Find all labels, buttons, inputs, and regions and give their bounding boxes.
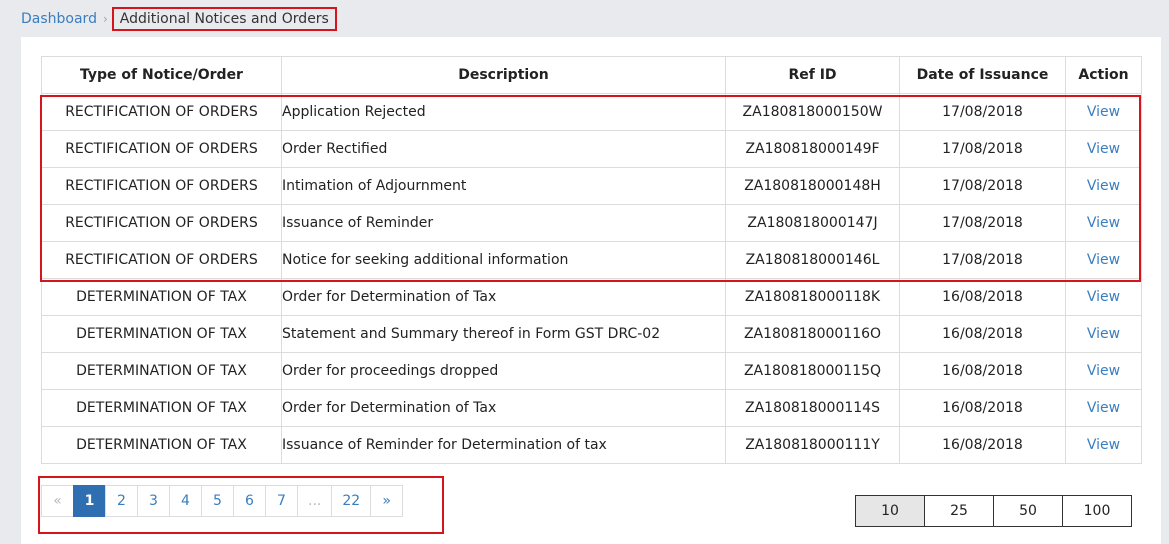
pagination-page-6[interactable]: 6 [233, 485, 266, 517]
cell-ref-id: ZA180818000114S [725, 389, 900, 427]
cell-action: View [1065, 204, 1142, 242]
cell-ref-id: ZA180818000149F [725, 130, 900, 168]
cell-description: Order for Determination of Tax [281, 278, 726, 316]
page-size-50[interactable]: 50 [993, 495, 1063, 527]
cell-date: 16/08/2018 [899, 278, 1066, 316]
view-link[interactable]: View [1087, 104, 1120, 120]
cell-action: View [1065, 426, 1142, 464]
cell-date: 16/08/2018 [899, 426, 1066, 464]
table-row: DETERMINATION OF TAX Order for Determina… [41, 389, 1142, 427]
cell-date: 17/08/2018 [899, 167, 1066, 205]
view-link[interactable]: View [1087, 141, 1120, 157]
column-header-date: Date of Issuance [899, 56, 1066, 94]
notices-table: Type of Notice/Order Description Ref ID … [41, 56, 1142, 464]
column-header-description: Description [281, 56, 726, 94]
view-link[interactable]: View [1087, 437, 1120, 453]
pagination-page-1[interactable]: 1 [73, 485, 106, 517]
cell-ref-id: ZA180818000150W [725, 93, 900, 131]
cell-ref-id: ZA180818000146L [725, 241, 900, 279]
page-size-100[interactable]: 100 [1062, 495, 1132, 527]
cell-date: 17/08/2018 [899, 130, 1066, 168]
cell-ref-id: ZA180818000118K [725, 278, 900, 316]
column-header-ref-id: Ref ID [725, 56, 900, 94]
pagination: « 1 2 3 4 5 6 7 ... 22 » [41, 485, 404, 517]
cell-type: RECTIFICATION OF ORDERS [41, 204, 282, 242]
pagination-page-2[interactable]: 2 [105, 485, 138, 517]
breadcrumb: Dashboard › Additional Notices and Order… [21, 7, 337, 31]
table-row: RECTIFICATION OF ORDERS Issuance of Remi… [41, 204, 1142, 242]
cell-ref-id: ZA180818000111Y [725, 426, 900, 464]
cell-type: DETERMINATION OF TAX [41, 426, 282, 464]
column-header-action: Action [1065, 56, 1142, 94]
cell-ref-id: ZA180818000116O [725, 315, 900, 353]
cell-action: View [1065, 167, 1142, 205]
cell-date: 17/08/2018 [899, 204, 1066, 242]
cell-type: DETERMINATION OF TAX [41, 389, 282, 427]
view-link[interactable]: View [1087, 215, 1120, 231]
table-row: DETERMINATION OF TAX Order for proceedin… [41, 352, 1142, 390]
pagination-ellipsis: ... [297, 485, 333, 517]
cell-description: Statement and Summary thereof in Form GS… [281, 315, 726, 353]
view-link[interactable]: View [1087, 289, 1120, 305]
cell-type: DETERMINATION OF TAX [41, 352, 282, 390]
cell-date: 16/08/2018 [899, 389, 1066, 427]
cell-ref-id: ZA180818000148H [725, 167, 900, 205]
cell-type: DETERMINATION OF TAX [41, 315, 282, 353]
cell-type: RECTIFICATION OF ORDERS [41, 167, 282, 205]
table-row: DETERMINATION OF TAX Order for Determina… [41, 278, 1142, 316]
cell-action: View [1065, 315, 1142, 353]
page-size-selector: 10 25 50 100 [855, 495, 1132, 527]
cell-description: Issuance of Reminder for Determination o… [281, 426, 726, 464]
table-row: RECTIFICATION OF ORDERS Order Rectified … [41, 130, 1142, 168]
table-row: RECTIFICATION OF ORDERS Notice for seeki… [41, 241, 1142, 279]
cell-type: RECTIFICATION OF ORDERS [41, 93, 282, 131]
pagination-prev-icon[interactable]: « [41, 485, 74, 517]
cell-action: View [1065, 130, 1142, 168]
cell-type: RECTIFICATION OF ORDERS [41, 130, 282, 168]
cell-action: View [1065, 352, 1142, 390]
cell-ref-id: ZA180818000147J [725, 204, 900, 242]
table-row: RECTIFICATION OF ORDERS Intimation of Ad… [41, 167, 1142, 205]
cell-action: View [1065, 389, 1142, 427]
pagination-page-5[interactable]: 5 [201, 485, 234, 517]
view-link[interactable]: View [1087, 178, 1120, 194]
pagination-page-4[interactable]: 4 [169, 485, 202, 517]
view-link[interactable]: View [1087, 363, 1120, 379]
breadcrumb-separator-icon: › [102, 12, 108, 26]
pagination-page-22[interactable]: 22 [331, 485, 372, 517]
cell-description: Order for proceedings dropped [281, 352, 726, 390]
pagination-next-icon[interactable]: » [370, 485, 404, 517]
notices-panel: Type of Notice/Order Description Ref ID … [21, 37, 1161, 544]
cell-action: View [1065, 241, 1142, 279]
breadcrumb-dashboard-link[interactable]: Dashboard [21, 11, 97, 27]
cell-date: 17/08/2018 [899, 241, 1066, 279]
cell-type: DETERMINATION OF TAX [41, 278, 282, 316]
cell-description: Intimation of Adjournment [281, 167, 726, 205]
page-size-10[interactable]: 10 [855, 495, 925, 527]
cell-type: RECTIFICATION OF ORDERS [41, 241, 282, 279]
cell-description: Application Rejected [281, 93, 726, 131]
cell-description: Notice for seeking additional informatio… [281, 241, 726, 279]
cell-date: 16/08/2018 [899, 352, 1066, 390]
view-link[interactable]: View [1087, 252, 1120, 268]
cell-action: View [1065, 93, 1142, 131]
cell-description: Order for Determination of Tax [281, 389, 726, 427]
view-link[interactable]: View [1087, 400, 1120, 416]
table-row: DETERMINATION OF TAX Statement and Summa… [41, 315, 1142, 353]
cell-description: Issuance of Reminder [281, 204, 726, 242]
column-header-type: Type of Notice/Order [41, 56, 282, 94]
view-link[interactable]: View [1087, 326, 1120, 342]
table-header-row: Type of Notice/Order Description Ref ID … [41, 56, 1142, 94]
pagination-page-3[interactable]: 3 [137, 485, 170, 517]
cell-ref-id: ZA180818000115Q [725, 352, 900, 390]
pagination-page-7[interactable]: 7 [265, 485, 298, 517]
table-row: RECTIFICATION OF ORDERS Application Reje… [41, 93, 1142, 131]
page-size-25[interactable]: 25 [924, 495, 994, 527]
table-row: DETERMINATION OF TAX Issuance of Reminde… [41, 426, 1142, 464]
cell-action: View [1065, 278, 1142, 316]
cell-date: 17/08/2018 [899, 93, 1066, 131]
cell-description: Order Rectified [281, 130, 726, 168]
breadcrumb-current-page: Additional Notices and Orders [111, 7, 337, 31]
cell-date: 16/08/2018 [899, 315, 1066, 353]
